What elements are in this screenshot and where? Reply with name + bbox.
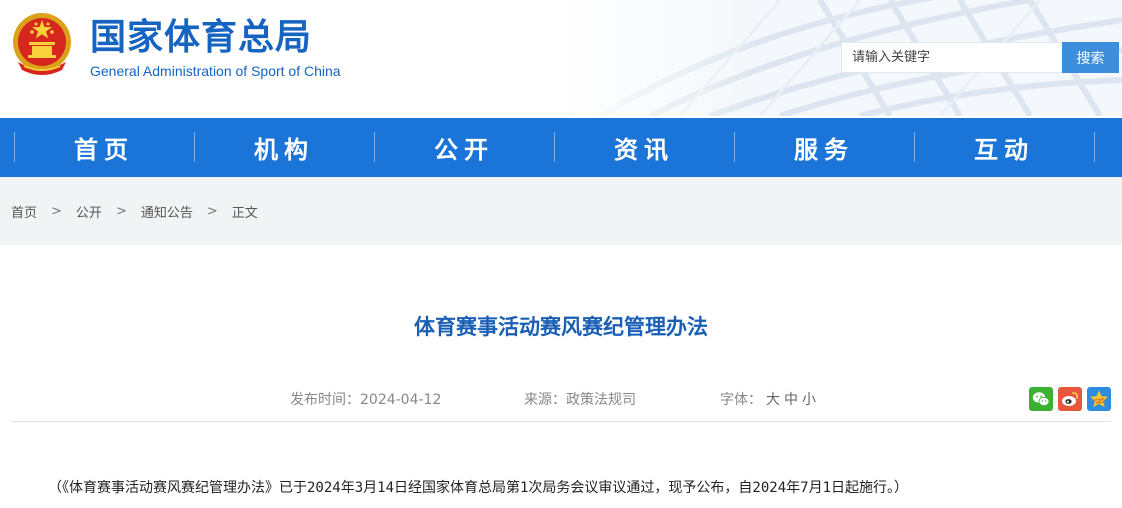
weibo-icon[interactable] — [1058, 387, 1082, 411]
nav-item-label: 公开 — [434, 136, 494, 164]
nav-divider — [14, 132, 15, 162]
nav-item-interaction[interactable]: 互动 — [914, 118, 1095, 177]
search-box: 搜索 — [841, 42, 1119, 73]
search-button[interactable]: 搜索 — [1062, 42, 1119, 73]
qzone-icon[interactable] — [1087, 387, 1111, 411]
nav-divider — [1094, 132, 1095, 162]
font-size-label: 字体： — [720, 392, 762, 408]
publish-date: 发布时间：2024-04-12 — [290, 388, 441, 412]
font-size-medium[interactable]: 中 — [784, 392, 798, 408]
nav-divider — [554, 132, 555, 162]
nav-item-label: 服务 — [794, 136, 854, 164]
publish-date-value: 2024-04-12 — [360, 392, 442, 408]
breadcrumb-public[interactable]: 公开 — [76, 202, 102, 221]
nav-item-public[interactable]: 公开 — [374, 118, 554, 177]
site-title-english: General Administration of Sport of China — [90, 63, 341, 79]
nav-divider — [734, 132, 735, 162]
source-value: 政策法规司 — [566, 392, 636, 408]
nav-divider — [374, 132, 375, 162]
nav-divider — [914, 132, 915, 162]
breadcrumb-separator: > — [51, 203, 62, 219]
source: 来源：政策法规司 — [524, 388, 636, 412]
breadcrumb-notices[interactable]: 通知公告 — [141, 202, 193, 221]
font-size-selector: 字体：大中小 — [720, 388, 816, 412]
source-label: 来源： — [524, 392, 566, 408]
wechat-icon[interactable] — [1029, 387, 1053, 411]
site-title[interactable]: 国家体育总局 — [90, 16, 312, 60]
main-nav: 首页 机构 公开 资讯 服务 互动 — [0, 118, 1122, 177]
nav-item-label: 资讯 — [614, 136, 674, 164]
meta-divider — [11, 421, 1111, 422]
breadcrumb: 首页 > 公开 > 通知公告 > 正文 — [0, 177, 1122, 245]
article-title: 体育赛事活动赛风赛纪管理办法 — [414, 315, 708, 339]
publish-date-label: 发布时间： — [290, 392, 360, 408]
breadcrumb-separator: > — [115, 203, 127, 219]
breadcrumb-separator: > — [206, 203, 218, 219]
search-input[interactable] — [841, 42, 1062, 73]
nav-item-services[interactable]: 服务 — [734, 118, 914, 177]
nav-item-news[interactable]: 资讯 — [554, 118, 734, 177]
font-size-small[interactable]: 小 — [802, 392, 816, 408]
breadcrumb-current: 正文 — [231, 205, 258, 221]
nav-item-label: 互动 — [974, 136, 1034, 164]
nav-item-label: 首页 — [74, 136, 134, 164]
nav-item-label: 机构 — [254, 136, 314, 164]
nav-divider — [194, 132, 195, 162]
breadcrumb-home[interactable]: 首页 — [11, 202, 37, 221]
site-header: 国家体育总局 General Administration of Sport o… — [0, 0, 1122, 116]
article-meta: 发布时间：2024-04-12 来源：政策法规司 字体：大中小 — [0, 388, 1122, 412]
font-size-large[interactable]: 大 — [766, 392, 780, 408]
nav-item-organization[interactable]: 机构 — [194, 118, 374, 177]
article-intro: （《体育赛事活动赛风赛纪管理办法》已于2024年3月14日经国家体育总局第1次局… — [48, 480, 908, 496]
nav-item-home[interactable]: 首页 — [14, 118, 194, 177]
national-emblem-icon — [13, 13, 71, 75]
